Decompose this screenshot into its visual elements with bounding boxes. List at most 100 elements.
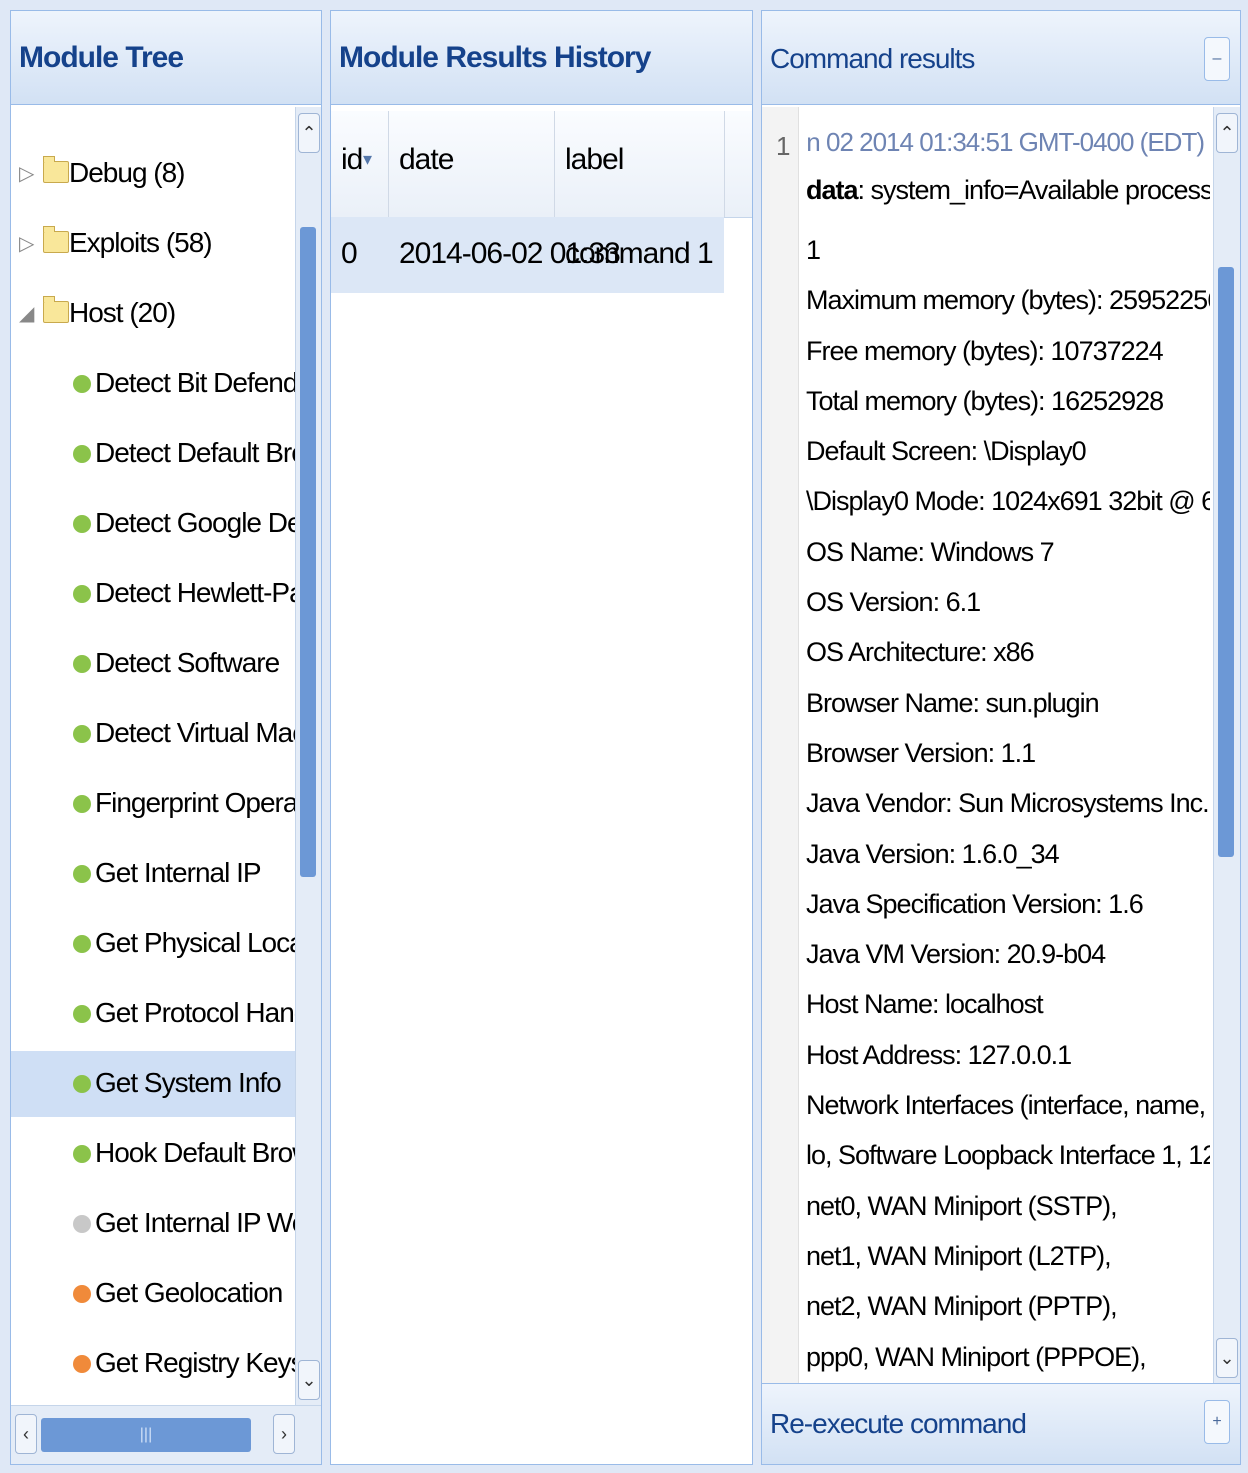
result-line: net0, WAN Miniport (SSTP),: [806, 1190, 1118, 1221]
tree-vertical-scrollbar[interactable]: ⌃ ⌄: [295, 107, 321, 1406]
tree-node-label: Detect Google Desktop: [95, 507, 295, 538]
entry-number: 1: [776, 131, 791, 161]
scroll-down-icon[interactable]: ⌄: [298, 1360, 320, 1400]
tree-folder-node[interactable]: ▷ Exploits (58): [11, 211, 295, 277]
tree-folder-node[interactable]: ▷ Debug (8): [11, 141, 295, 207]
column-id-label: id: [341, 143, 363, 176]
tree-module-node[interactable]: Fingerprint Operating System: [11, 771, 295, 837]
result-line: Browser Name: sun.plugin: [806, 687, 1100, 718]
tree-module-node[interactable]: Detect Hewlett-Packard: [11, 561, 295, 627]
scroll-up-icon[interactable]: ⌃: [298, 113, 320, 153]
tree-node-label: Get Internal IP: [95, 857, 262, 888]
tree-hscroll-thumb[interactable]: |||: [41, 1418, 251, 1452]
tree-module-node[interactable]: Get Internal IP: [11, 841, 295, 907]
tree-module-node[interactable]: Get Geolocation: [11, 1261, 295, 1327]
status-dot-icon: [73, 1075, 91, 1093]
result-line: OS Architecture: x86: [806, 637, 1035, 668]
result-line: OS Name: Windows 7: [806, 536, 1055, 567]
result-line: Total memory (bytes): 16252928: [806, 385, 1164, 416]
status-dot-icon: [73, 1005, 91, 1023]
tree-node-label: Detect Bit Defender 2012: [95, 367, 295, 398]
tree-node-label: Detect Default Browser: [95, 437, 295, 468]
result-timestamp: Mon Jun 02 2014 01:34:51 GMT-0400 (EDT): [806, 127, 1205, 157]
history-cell-label: command 1: [565, 237, 714, 270]
folder-icon: [43, 296, 69, 323]
scroll-left-icon[interactable]: ‹: [15, 1414, 37, 1454]
status-dot-icon: [73, 1215, 91, 1233]
history-grid-header: id ▾ date label: [331, 111, 752, 218]
status-dot-icon: [73, 725, 91, 743]
tree-module-node[interactable]: Get Physical Location: [11, 911, 295, 977]
line-number-gutter: 1: [762, 107, 799, 1384]
expander-icon[interactable]: ▷: [19, 161, 34, 186]
tree-module-node[interactable]: Get Internal IP WebRTC: [11, 1191, 295, 1257]
tree-module-node[interactable]: Get Registry Keys: [11, 1331, 295, 1397]
tree-node-label: Exploits (58): [69, 227, 213, 258]
command-output: Mon Jun 02 2014 01:34:51 GMT-0400 (EDT) …: [806, 107, 1210, 1384]
tree-node-label: Detect Hewlett-Packard: [95, 577, 295, 608]
history-row[interactable]: 0 2014-06-02 01:33 command 1: [331, 217, 724, 293]
tree-module-node[interactable]: Get Protocol Handlers: [11, 981, 295, 1047]
tree-module-node[interactable]: Get System Info: [11, 1051, 295, 1117]
status-dot-icon: [73, 795, 91, 813]
history-cell-id: 0: [341, 237, 358, 270]
status-dot-icon: [73, 445, 91, 463]
column-date[interactable]: date: [389, 111, 555, 217]
tree-node-label: Get Protocol Handlers: [95, 997, 295, 1028]
expand-icon[interactable]: +: [1204, 1400, 1230, 1444]
data-key: data: [806, 175, 859, 205]
results-vertical-scrollbar[interactable]: ⌃ ⌄: [1213, 107, 1240, 1384]
result-line: Host Name: localhost: [806, 989, 1044, 1020]
result-line: Browser Version: 1.1: [806, 737, 1036, 768]
expander-icon[interactable]: ◢: [19, 301, 34, 326]
result-line: OS Version: 6.1: [806, 587, 981, 618]
tree-module-node[interactable]: Detect Google Desktop: [11, 491, 295, 557]
tree-scroll-thumb[interactable]: [300, 227, 316, 877]
status-dot-icon: [73, 1145, 91, 1163]
result-line: \Display0 Mode: 1024x691 32bit @ 60Hertz: [806, 486, 1210, 517]
tree-module-node[interactable]: Detect Default Browser: [11, 421, 295, 487]
sort-desc-icon: ▾: [363, 149, 372, 169]
tree-node-label: Detect Software: [95, 647, 280, 678]
tree-node-label: Debug (8): [69, 157, 186, 188]
tree-module-node[interactable]: Detect Bit Defender 2012: [11, 351, 295, 417]
data-first-line: data: system_info=Available processors (…: [806, 175, 1210, 206]
results-scroll-thumb[interactable]: [1218, 267, 1234, 857]
results-scroll-up-icon[interactable]: ⌃: [1216, 113, 1238, 153]
history-header: Module Results History: [331, 11, 752, 105]
tree-module-node[interactable]: Hook Default Browser: [11, 1121, 295, 1187]
tree-module-node[interactable]: Detect Software: [11, 631, 295, 697]
expander-icon[interactable]: ▷: [19, 231, 34, 256]
command-results-body: 1 Mon Jun 02 2014 01:34:51 GMT-0400 (EDT…: [762, 107, 1240, 1384]
result-line: Java Specification Version: 1.6: [806, 888, 1144, 919]
column-label-label: label: [565, 143, 624, 176]
status-dot-icon: [73, 865, 91, 883]
result-line: Java VM Version: 20.9-b04: [806, 939, 1106, 970]
re-execute-command-button[interactable]: Re-execute command: [770, 1408, 1027, 1440]
results-scroll-down-icon[interactable]: ⌄: [1216, 1338, 1238, 1378]
tree-folder-node[interactable]: ◢ Host (20): [11, 281, 295, 347]
command-results-title: Command results: [770, 43, 975, 74]
collapse-icon[interactable]: –: [1204, 37, 1230, 81]
status-dot-icon: [73, 655, 91, 673]
scroll-right-icon[interactable]: ›: [273, 1414, 295, 1454]
command-results-footer: Re-execute command +: [762, 1383, 1240, 1464]
status-dot-icon: [73, 1285, 91, 1303]
module-tree-panel: Module Tree ▷ Debug (8) ▷ Exploits (58) ◢ Hos…: [10, 10, 322, 1465]
tree-node-label: Get System Info: [95, 1067, 282, 1098]
result-line: net1, WAN Miniport (L2TP),: [806, 1240, 1112, 1271]
result-line: Java Vendor: Sun Microsystems Inc.: [806, 788, 1210, 819]
tree-module-node[interactable]: Detect Virtual Machine: [11, 701, 295, 767]
result-line: ppp0, WAN Miniport (PPPOE),: [806, 1341, 1147, 1372]
tree-node-label: Host (20): [69, 297, 176, 328]
tree-node-label: Get Physical Location: [95, 927, 295, 958]
folder-icon: [43, 156, 69, 183]
command-results-panel: Command results – 1 Mon Jun 02 2014 01:3…: [761, 10, 1241, 1465]
history-title: Module Results History: [339, 41, 651, 74]
column-label[interactable]: label: [555, 111, 725, 217]
column-id[interactable]: id ▾: [331, 111, 389, 217]
tree-horizontal-scrollbar[interactable]: ‹ ||| ›: [11, 1405, 321, 1464]
result-line: Default Screen: \Display0: [806, 436, 1087, 467]
folder-icon: [43, 226, 69, 253]
tree-node-label: Fingerprint Operating System: [95, 787, 295, 818]
